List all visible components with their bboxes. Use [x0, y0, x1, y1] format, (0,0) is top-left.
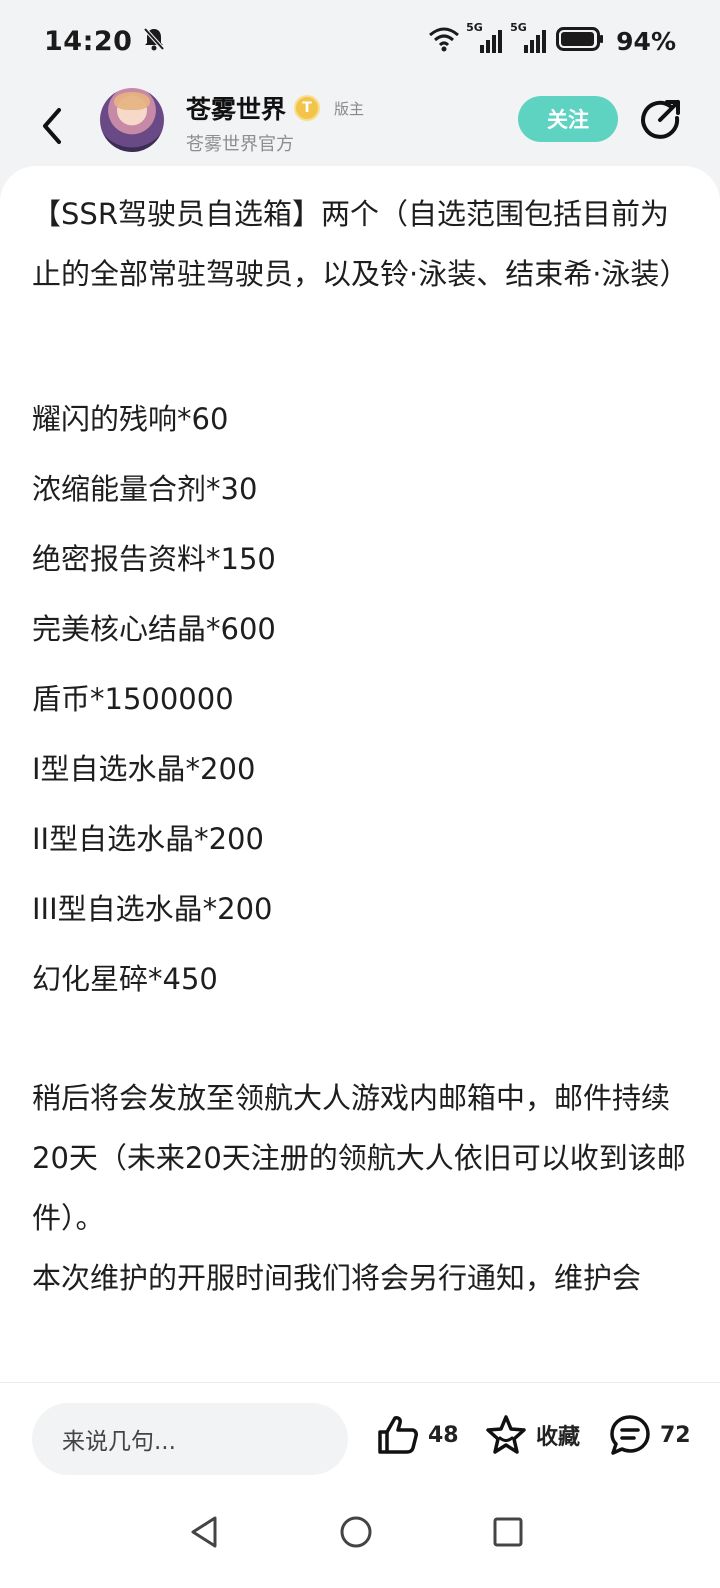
status-bar: 14:20 5G 5G 94% [0, 0, 720, 82]
back-arrow-icon [43, 108, 61, 144]
comment-button[interactable]: 72 [608, 1413, 691, 1457]
author-info[interactable]: 苍雾世界 T 版主 苍雾世界官方 [186, 90, 364, 156]
comment-bubble-icon [610, 1415, 650, 1455]
post-intro: 【SSR驾驶员自选箱】两个（自选范围包括目前为止的全部常驻驾驶员，以及铃·泳装、… [32, 197, 689, 291]
back-button[interactable] [30, 102, 74, 150]
share-icon [641, 100, 680, 139]
list-item: I型自选水晶*200 [32, 752, 256, 786]
battery-icon [556, 26, 604, 56]
star-icon [486, 1415, 526, 1454]
list-item: 耀闪的残响*60 [32, 402, 229, 436]
list-item: 绝密报告资料*150 [32, 542, 276, 576]
share-button[interactable] [640, 98, 682, 140]
triangle-back-icon [191, 1516, 217, 1548]
author-subtitle: 苍雾世界官方 [186, 134, 294, 155]
system-nav-bar [0, 1492, 720, 1588]
post-header: 苍雾世界 T 版主 苍雾世界官方 关注 [0, 82, 720, 172]
nav-home-button[interactable] [336, 1512, 376, 1552]
battery-percentage: 94% [616, 26, 676, 56]
screen: 14:20 5G 5G 94% 苍雾世界 T 版主 苍雾世界官方 关注 【SSR… [0, 0, 720, 1588]
author-name[interactable]: 苍雾世界 [186, 90, 286, 126]
post-content[interactable]: 【SSR驾驶员自选箱】两个（自选范围包括目前为止的全部常驻驾驶员，以及铃·泳装、… [0, 166, 720, 1382]
list-item: 浓缩能量合剂*30 [32, 472, 258, 506]
favorite-label: 收藏 [536, 1425, 581, 1450]
level-badge-icon: T [294, 95, 321, 121]
mute-bell-icon [142, 26, 166, 56]
avatar[interactable] [100, 88, 164, 152]
post-notice: 稍后将会发放至领航大人游戏内邮箱中，邮件持续20天（未来20天注册的领航大人依旧… [32, 1081, 686, 1235]
clock: 14:20 [44, 25, 133, 57]
square-recents-icon [493, 1517, 523, 1547]
comment-input[interactable]: 来说几句... [32, 1403, 348, 1475]
role-tag: 版主 [334, 99, 365, 118]
signal-icon: 5G [466, 21, 504, 55]
nav-recents-button[interactable] [488, 1512, 528, 1552]
nav-back-button[interactable] [184, 1512, 224, 1552]
signal-icon: 5G [510, 21, 548, 55]
bottom-action-bar: 来说几句... 48 收藏 72 [0, 1382, 720, 1492]
list-item: 完美核心结晶*600 [32, 612, 276, 646]
network-type-label: 5G [510, 21, 527, 34]
list-item: 幻化星碎*450 [32, 962, 218, 996]
network-type-label: 5G [466, 21, 483, 34]
circle-home-icon [340, 1516, 372, 1548]
like-count: 48 [428, 1422, 459, 1448]
wifi-icon [428, 26, 460, 56]
like-button[interactable]: 48 [376, 1413, 459, 1457]
post-notice-continued: 本次维护的开服时间我们将会另行通知，维护会 [32, 1261, 642, 1295]
favorite-button[interactable]: 收藏 [484, 1413, 580, 1457]
comment-count: 72 [660, 1422, 691, 1448]
list-item: II型自选水晶*200 [32, 822, 264, 856]
badge-letter: T [302, 100, 312, 116]
follow-button[interactable]: 关注 [518, 96, 618, 142]
list-item: 盾币*1500000 [32, 682, 234, 716]
list-item: III型自选水晶*200 [32, 892, 273, 926]
thumbs-up-icon [378, 1416, 418, 1454]
